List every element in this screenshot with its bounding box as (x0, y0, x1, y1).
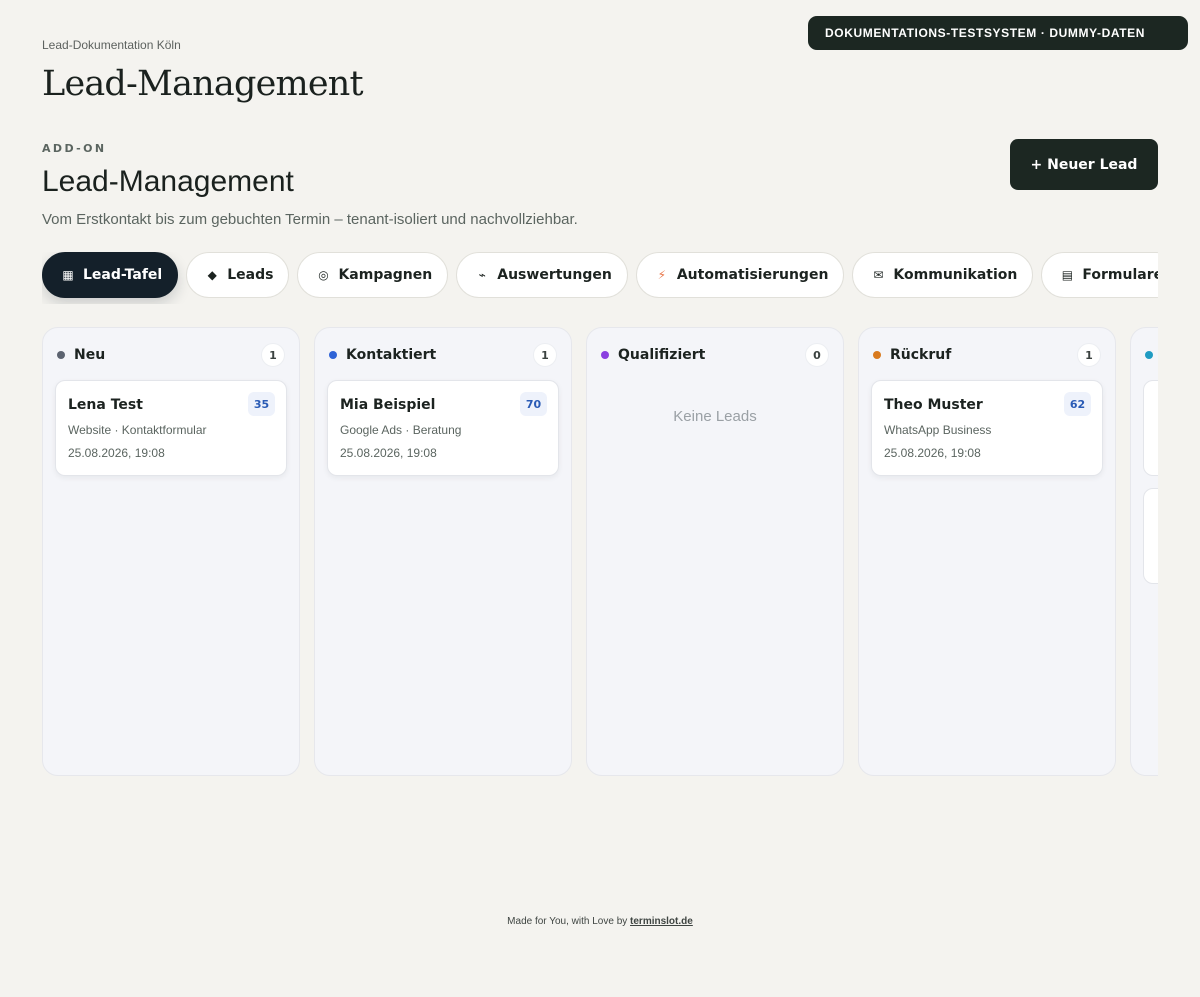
board-column: Rückruf 1 Theo Muster 62 WhatsApp Business 25… (858, 327, 1116, 776)
lead-source: WhatsApp Business (884, 423, 992, 437)
column-count-badge: 1 (261, 343, 285, 367)
tab-label: Kampagnen (338, 267, 433, 283)
board-column: Neu 1 Lena Test 35 Website · Kontaktformular… (42, 327, 300, 776)
form-icon: ▤ (1061, 268, 1074, 282)
lead-card[interactable] (1143, 380, 1158, 476)
page-title: Lead-Management (42, 64, 364, 104)
lead-name: Lena Test (68, 397, 143, 413)
lead-source: Google Ads · Beratung (340, 423, 462, 437)
column-header: Kontaktiert 1 (327, 342, 559, 368)
tab-label: Formulare (1082, 267, 1158, 283)
board-column: Qualifiziert 0 Keine Leads (586, 327, 844, 776)
column-count-badge: 1 (533, 343, 557, 367)
tab-label: Lead-Tafel (83, 267, 163, 283)
trend-icon: ⌁ (478, 268, 486, 282)
diamond-icon: ◆ (207, 268, 217, 282)
tab-label: Kommunikation (893, 267, 1018, 283)
lead-name: Mia Beispiel (340, 397, 436, 413)
footer-link[interactable]: terminslot.de (630, 916, 693, 927)
lead-score-badge: 62 (1064, 392, 1091, 416)
lead-card[interactable]: Theo Muster 62 WhatsApp Business 25.08.2026… (871, 380, 1103, 476)
lead-board: Neu 1 Lena Test 35 Website · Kontaktformular… (42, 327, 1158, 777)
target-icon: ◎ (318, 268, 329, 282)
column-title: Neu (74, 347, 106, 363)
breadcrumb: Lead-Dokumentation Köln (42, 38, 181, 52)
environment-badge: DOKUMENTATIONS-TESTSYSTEM · DUMMY-DATEN (808, 16, 1188, 50)
lead-date: 25.08.2026, 19:08 (884, 446, 981, 460)
tab-label: Auswertungen (497, 267, 612, 283)
tab-formulare[interactable]: ▤ Formulare (1041, 252, 1158, 298)
column-title: Rückruf (890, 347, 952, 363)
footer-text: Made for You, with Love by (507, 916, 631, 927)
mail-icon: ✉ (873, 268, 884, 282)
lead-name: Theo Muster (884, 397, 983, 413)
status-dot-icon (1145, 351, 1153, 359)
lead-date: 25.08.2026, 19:08 (340, 446, 437, 460)
tab-kommunikation[interactable]: ✉ Kommunikation (852, 252, 1034, 298)
column-count-badge: 1 (1077, 343, 1101, 367)
tab-automatisierungen[interactable]: ⚡ Automatisierungen (635, 252, 845, 298)
column-header: Rückruf 1 (871, 342, 1103, 368)
column-header: Neu 1 (55, 342, 287, 368)
grid-icon: ▦ (62, 268, 74, 282)
tab-kampagnen[interactable]: ◎ Kampagnen (297, 252, 449, 298)
section-eyebrow: ADD-ON (42, 142, 107, 155)
status-dot-icon (873, 351, 881, 359)
lead-score-badge: 35 (248, 392, 275, 416)
lead-date: 25.08.2026, 19:08 (68, 446, 165, 460)
board-column: Kontaktiert 1 Mia Beispiel 70 Google Ads · B… (314, 327, 572, 776)
lead-card[interactable]: Mia Beispiel 70 Google Ads · Beratung 25.08… (327, 380, 559, 476)
board-column (1130, 327, 1158, 776)
column-header: Qualifiziert 0 (599, 342, 831, 368)
empty-state: Keine Leads (673, 408, 757, 425)
column-title: Qualifiziert (618, 347, 706, 363)
lead-source: Website · Kontaktformular (68, 423, 207, 437)
tab-bar: ▦ Lead-Tafel ◆ Leads ◎ Kampagnen ⌁ Auswertungen… (42, 252, 1158, 304)
lead-score-badge: 70 (520, 392, 547, 416)
new-lead-button[interactable]: + Neuer Lead (1010, 139, 1158, 190)
status-dot-icon (57, 351, 65, 359)
tab-lead-tafel[interactable]: ▦ Lead-Tafel (42, 252, 179, 298)
column-header (1143, 342, 1158, 368)
column-count-badge: 0 (805, 343, 829, 367)
status-dot-icon (329, 351, 337, 359)
tab-label: Automatisierungen (676, 267, 829, 283)
lead-card[interactable]: Lena Test 35 Website · Kontaktformular 25.0… (55, 380, 287, 476)
lead-card[interactable] (1143, 488, 1158, 584)
status-dot-icon (601, 351, 609, 359)
section-title: Lead-Management (42, 165, 294, 198)
tab-label: Leads (227, 267, 274, 283)
lightning-icon: ⚡ (657, 268, 667, 282)
column-title: Kontaktiert (346, 347, 437, 363)
section-description: Vom Erstkontakt bis zum gebuchten Termin… (42, 211, 578, 228)
tab-auswertungen[interactable]: ⌁ Auswertungen (456, 252, 628, 298)
tab-leads[interactable]: ◆ Leads (186, 252, 290, 298)
footer: Made for You, with Love by terminslot.de (0, 916, 1200, 927)
